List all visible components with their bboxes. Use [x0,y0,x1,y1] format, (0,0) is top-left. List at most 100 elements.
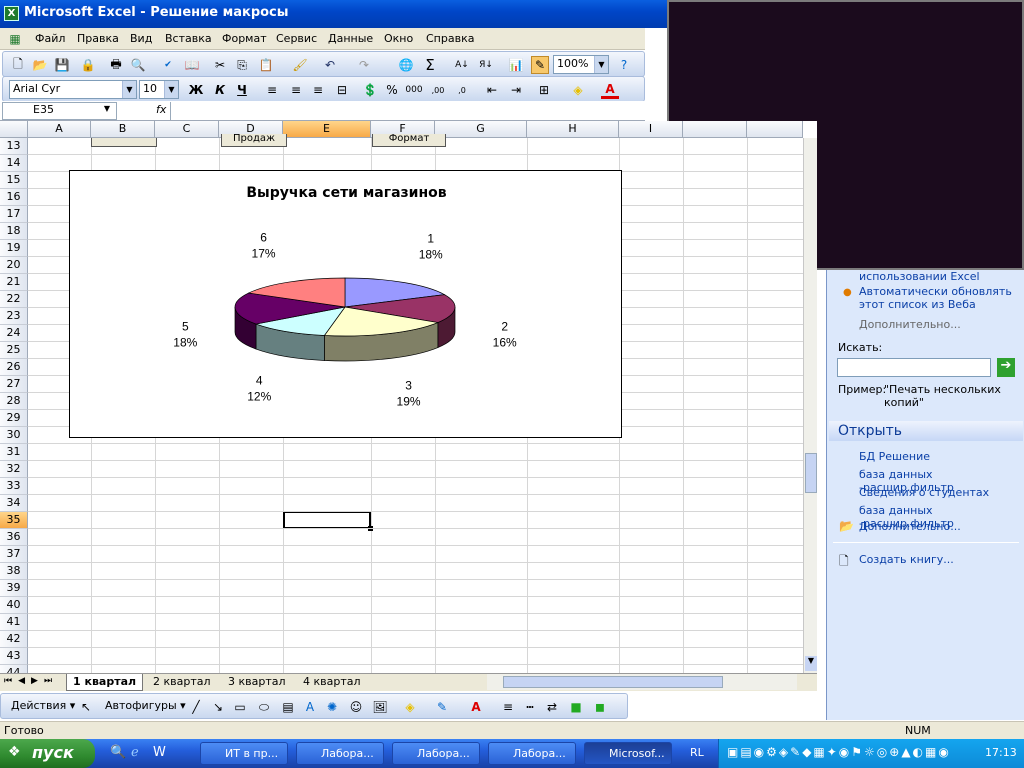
italic-button[interactable]: К [211,81,229,99]
spelling-icon[interactable]: ✔ [159,56,177,74]
font-color-icon[interactable]: A [601,81,619,99]
increase-decimal-icon[interactable]: ,00 [429,81,447,99]
row-header-15[interactable]: 15 [0,172,28,189]
align-center-icon[interactable]: ≡ [287,81,305,99]
increase-indent-icon[interactable]: ⇥ [507,81,525,99]
language-indicator[interactable]: RL [690,746,704,759]
taskbar-item-excel[interactable]: Microsof... [584,742,672,765]
rectangle-icon[interactable]: ▭ [231,698,249,716]
borders-icon[interactable]: ⊞ [535,81,553,99]
oval-icon[interactable]: ⬭ [255,698,273,716]
tray-icons[interactable]: ▣▤◉⚙◈✎◆▦✦◉⚑☼◎⊕▲◐▦◉ [727,745,951,759]
print-preview-icon[interactable]: 🔍 [129,56,147,74]
row-header-43[interactable]: 43 [0,648,28,665]
row-header-23[interactable]: 23 [0,308,28,325]
column-header-a[interactable]: A [28,121,91,138]
sheet-tab-1[interactable]: 1 квартал [66,674,144,691]
row-header-14[interactable]: 14 [0,155,28,172]
auto-update-link[interactable]: Автоматически обновлять этот список из В… [859,285,1019,311]
sort-descending-icon[interactable]: Я↓ [477,56,495,74]
select-all-corner[interactable] [0,121,28,138]
name-box[interactable]: E35 ▼ [2,102,117,120]
row-header-42[interactable]: 42 [0,631,28,648]
excel-icon[interactable]: X [4,6,19,21]
format-painter-icon[interactable]: 🖌 [291,56,309,74]
bold-button[interactable]: Ж [187,81,205,99]
clipart-icon[interactable]: ☺ [347,698,365,716]
zoom-select[interactable]: 100% ▼ [553,55,609,74]
row-header-36[interactable]: 36 [0,529,28,546]
macro-button-sales[interactable]: Продаж [221,134,287,147]
cut-icon[interactable]: ✂ [211,56,229,74]
help-icon[interactable]: ? [615,56,633,74]
row-header-30[interactable]: 30 [0,427,28,444]
undo-icon[interactable]: ↶ [321,56,339,74]
macro-button-b[interactable] [91,138,157,147]
row-header-28[interactable]: 28 [0,393,28,410]
vertical-scroll-thumb[interactable] [805,453,817,493]
row-header-16[interactable]: 16 [0,189,28,206]
file-link-3[interactable]: Сведения о студентах [859,486,989,499]
decrease-indent-icon[interactable]: ⇤ [483,81,501,99]
row-header-35[interactable]: 35 [0,512,28,529]
menu-tools[interactable]: Сервис [276,32,317,45]
arrow-style-icon[interactable]: ⇄ [543,698,561,716]
row-header-41[interactable]: 41 [0,614,28,631]
thousands-button[interactable]: 000 [405,81,423,99]
macro-button-format[interactable]: Формат [372,134,446,147]
arrow-icon[interactable]: ↘ [209,698,227,716]
menu-file[interactable]: Файл [35,32,65,45]
row-header-24[interactable]: 24 [0,325,28,342]
redo-icon[interactable]: ↷ [355,56,373,74]
row-header-40[interactable]: 40 [0,597,28,614]
align-right-icon[interactable]: ≡ [309,81,327,99]
fx-icon[interactable]: fx [156,103,166,116]
more-link-1[interactable]: Дополнительно... [859,318,961,331]
row-header-39[interactable]: 39 [0,580,28,597]
row-header-19[interactable]: 19 [0,240,28,257]
select-arrow-icon[interactable]: ↖ [77,698,95,716]
font-size-select[interactable]: 10 ▼ [139,80,179,99]
merge-center-icon[interactable]: ⊟ [333,81,351,99]
active-cell[interactable] [283,511,371,529]
draw-font-color-icon[interactable]: A [467,698,485,716]
dash-style-icon[interactable]: ┅ [521,698,539,716]
menu-format[interactable]: Формат [222,32,267,45]
fill-color-icon[interactable]: ◈ [569,81,587,99]
horizontal-scrollbar[interactable] [487,674,797,690]
row-header-17[interactable]: 17 [0,206,28,223]
formula-input[interactable] [170,102,643,120]
search-input[interactable] [837,358,991,377]
column-header-j[interactable] [683,121,747,138]
align-left-icon[interactable]: ≡ [263,81,281,99]
sheet-tab-3[interactable]: 3 квартал [222,674,292,691]
scroll-down-icon[interactable]: ▼ [805,656,817,671]
row-header-20[interactable]: 20 [0,257,28,274]
diagram-icon[interactable]: ✺ [323,698,341,716]
actions-menu[interactable]: Действия ▾ [11,699,75,712]
menu-view[interactable]: Вид [130,32,152,45]
row-header-33[interactable]: 33 [0,478,28,495]
tab-scroll-buttons[interactable]: ⏮◀▶⏭ [4,676,58,686]
line-icon[interactable]: ╱ [187,698,205,716]
taskbar-item-4[interactable]: Лабора... [488,742,576,765]
print-icon[interactable]: 🖶 [107,56,125,74]
sort-ascending-icon[interactable]: A↓ [453,56,471,74]
sheet-tab-2[interactable]: 2 квартал [147,674,217,691]
row-header-34[interactable]: 34 [0,495,28,512]
draw-fill-color-icon[interactable]: ◈ [401,698,419,716]
font-select[interactable]: Arial Cyr ▼ [9,80,137,99]
autosum-icon[interactable]: Σ [421,56,439,74]
menu-edit[interactable]: Правка [77,32,119,45]
more-link-2[interactable]: Дополнительно... [859,520,961,533]
new-icon[interactable]: 🗋 [9,56,27,74]
save-icon[interactable]: 💾 [53,56,71,74]
shadow-icon[interactable]: ■ [567,698,585,716]
taskbar-item-2[interactable]: Лабора... [296,742,384,765]
word-icon[interactable]: W [153,745,166,760]
column-header-c[interactable]: C [155,121,219,138]
sheet-tab-4[interactable]: 4 квартал [297,674,367,691]
row-header-27[interactable]: 27 [0,376,28,393]
pie-chart[interactable]: Выручка сети магазинов 1 18% 2 16% 3 19% 4 12% 5… [69,170,622,438]
autoshapes-menu[interactable]: Автофигуры ▾ [105,699,186,712]
